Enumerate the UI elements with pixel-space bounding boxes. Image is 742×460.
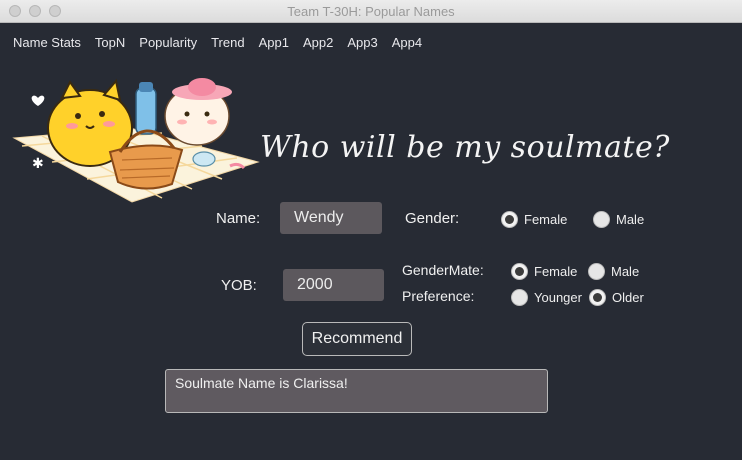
radio-unselected-icon [593,210,610,228]
radio-label: Female [524,211,568,227]
preference-label: Preference: [402,288,475,304]
title-bar: Team T-30H: Popular Names [0,0,742,23]
page-headline: Who will be my soulmate? [260,130,670,165]
yob-input[interactable] [283,269,384,301]
menu-item-trend[interactable]: Trend [211,35,244,53]
radio-label: Younger [534,289,582,305]
window-title: Team T-30H: Popular Names [287,4,455,19]
menu-item-app4[interactable]: App4 [392,35,422,53]
recommend-button[interactable]: Recommend [302,322,412,356]
result-output: Soulmate Name is Clarissa! [165,369,548,413]
preference-younger-radio[interactable]: Younger [511,288,582,306]
gendermate-male-radio[interactable]: Male [588,262,639,280]
gendermate-female-radio[interactable]: Female [511,262,577,280]
gender-label: Gender: [405,210,460,227]
menu-item-app2[interactable]: App2 [303,35,333,53]
menu-item-topn[interactable]: TopN [95,35,125,53]
preference-older-radio[interactable]: Older [589,288,644,306]
picnic-cats-illustration: ✱ [12,78,260,203]
radio-label: Male [611,263,640,279]
gender-male-radio[interactable]: Male [593,210,644,228]
name-label: Name: [216,210,261,227]
app-window: Team T-30H: Popular Names Name Stats Top… [0,0,742,460]
menu-item-app3[interactable]: App3 [347,35,377,53]
svg-text:✱: ✱ [32,156,44,172]
radio-unselected-icon [588,262,605,280]
radio-label: Older [612,289,644,305]
tab-menu: Name Stats TopN Popularity Trend App1 Ap… [13,35,436,53]
name-input[interactable] [280,202,382,234]
menu-item-popularity[interactable]: Popularity [139,35,197,53]
gendermate-label: GenderMate: [402,262,484,278]
radio-unselected-icon [511,288,528,306]
gender-female-radio[interactable]: Female [501,210,567,228]
radio-selected-icon [589,288,606,306]
radio-label: Male [616,211,645,227]
radio-selected-icon [511,262,528,280]
radio-selected-icon [501,210,518,228]
radio-label: Female [534,263,578,279]
menu-item-name-stats[interactable]: Name Stats [13,35,81,53]
menu-item-app1[interactable]: App1 [259,35,289,53]
yob-label: YOB: [221,277,257,294]
result-text: Soulmate Name is Clarissa! [175,375,348,391]
